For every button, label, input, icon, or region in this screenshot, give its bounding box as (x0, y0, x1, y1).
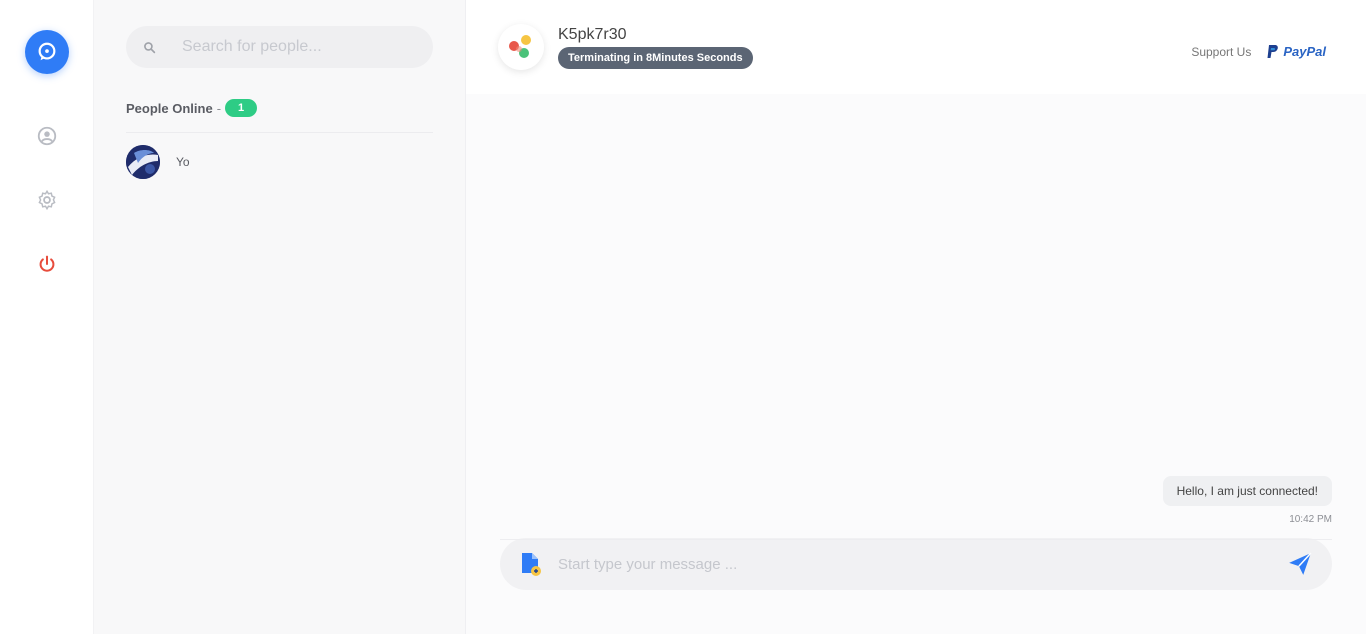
online-separator: - (216, 100, 222, 116)
send-icon (1289, 552, 1312, 575)
power-icon (39, 255, 54, 272)
paypal-icon (1267, 45, 1279, 58)
people-panel: People Online - 1 Yo (94, 0, 466, 634)
messages-divider (500, 539, 1332, 540)
search-input[interactable] (182, 38, 412, 56)
dots-logo-icon (509, 35, 531, 58)
avatar (126, 145, 160, 179)
support-section: Support Us PayPal (1191, 44, 1326, 59)
support-label: Support Us (1191, 44, 1252, 59)
paypal-button[interactable]: PayPal (1267, 44, 1326, 59)
nav-profile-button[interactable] (27, 116, 67, 156)
chat-title: K5pk7r30 (558, 26, 627, 43)
message-list: Hello, I am just connected! 10:42 PM (466, 94, 1366, 540)
paypal-label: PayPal (1283, 44, 1326, 59)
message-input[interactable] (558, 555, 1286, 573)
gear-icon (37, 189, 56, 211)
search-bar (126, 26, 433, 68)
profile-icon (37, 126, 56, 146)
chat-panel: K5pk7r30 Terminating in 8Minutes Seconds… (466, 0, 1366, 634)
attach-button[interactable] (518, 551, 544, 577)
chat-meta: K5pk7r30 Terminating in 8Minutes Seconds (558, 24, 753, 69)
send-button[interactable] (1286, 550, 1314, 578)
compose-box (500, 538, 1332, 590)
online-count-badge: 1 (225, 99, 258, 117)
nav-logout-button[interactable] (27, 244, 67, 284)
people-divider (126, 132, 433, 133)
side-rail (0, 0, 94, 634)
chat-bubble-icon (38, 42, 55, 61)
app-root: People Online - 1 Yo (0, 0, 1366, 634)
online-title: People Online (126, 100, 213, 116)
person-name: Yo (176, 155, 190, 169)
message-timestamp: 10:42 PM (1289, 514, 1332, 525)
message-bubble: Hello, I am just connected! (1162, 476, 1332, 506)
online-header: People Online - 1 (126, 98, 433, 118)
chat-header: K5pk7r30 Terminating in 8Minutes Seconds… (466, 0, 1366, 94)
file-attach-icon (522, 553, 541, 576)
search-icon (142, 40, 156, 54)
list-item[interactable]: Yo (126, 145, 433, 179)
app-logo[interactable] (24, 30, 69, 74)
chat-avatar (498, 24, 544, 70)
status-badge: Terminating in 8Minutes Seconds (558, 47, 753, 69)
composer (466, 538, 1366, 634)
nav-settings-button[interactable] (27, 180, 67, 220)
